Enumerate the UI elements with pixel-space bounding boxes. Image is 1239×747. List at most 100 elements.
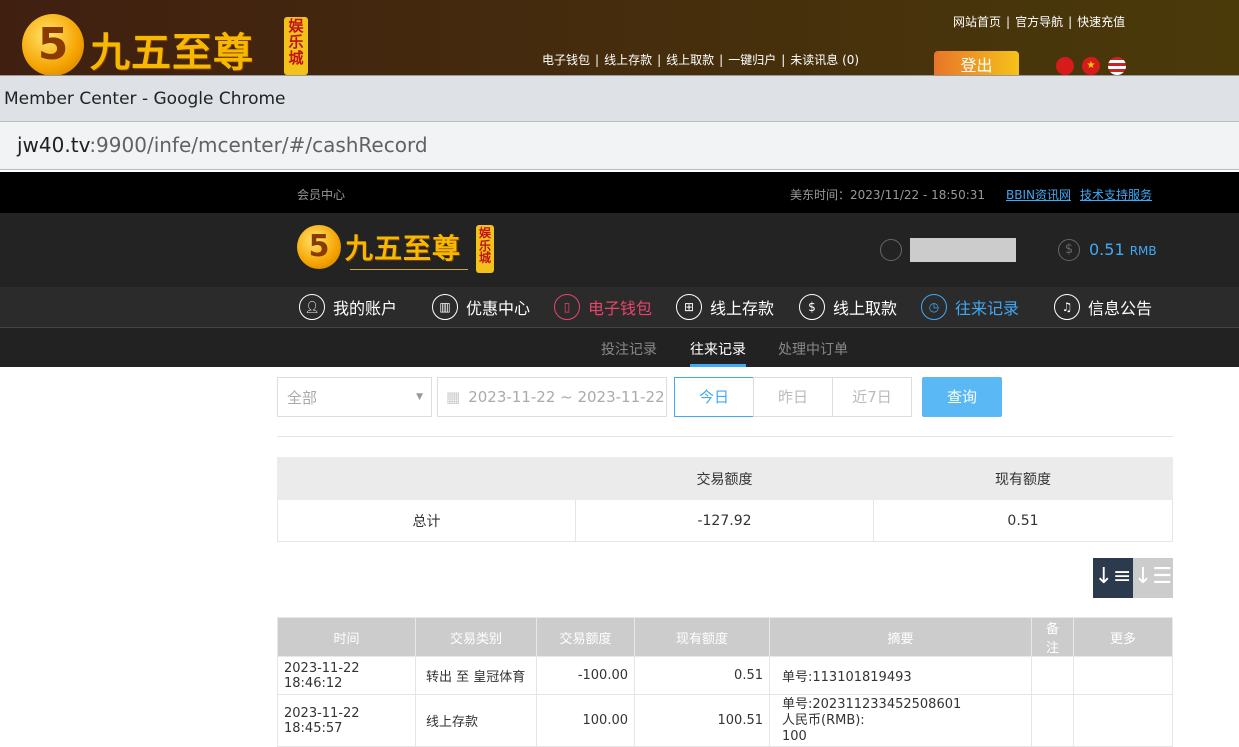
cell-summary: 单号:113101819493 [769, 656, 1032, 695]
type-select[interactable]: 全部 ▼ [277, 377, 432, 417]
cell-summary: 单号:202311233452508601 人民币(RMB): 100 [769, 694, 1032, 747]
nav-label: 我的账户 [333, 299, 398, 318]
col-more: 更多 [1073, 617, 1173, 657]
calendar-icon: ▦ [446, 388, 461, 406]
sort-desc-button[interactable]: ↓≡ [1093, 558, 1133, 598]
summary-line: 单号:202311233452508601 [782, 696, 962, 712]
gift-icon: ▥ [432, 294, 458, 320]
active-tab-indicator [690, 364, 746, 367]
url-path: :9900/infe/mcenter/#/cashRecord [89, 133, 428, 157]
nav-label: 优惠中心 [466, 299, 531, 318]
top-bar: 会员中心 美东时间：2023/11/22 - 18:50:31 BBIN资讯网 … [0, 172, 1239, 213]
support-link[interactable]: 技术支持服务 [1080, 186, 1152, 203]
address-bar[interactable]: jw40.tv:9900/infe/mcenter/#/cashRecord [0, 121, 1239, 170]
dollar-icon: $ [1058, 239, 1080, 261]
nav-announcements[interactable]: ♫ 信息公告 [1054, 293, 1152, 321]
nav-promotions[interactable]: ▥ 优惠中心 [432, 293, 530, 321]
type-select-value: 全部 [287, 388, 318, 407]
cell-type: 线上存款 [415, 694, 537, 747]
home-link[interactable]: 网站首页 [953, 15, 1001, 29]
nav-deposit[interactable]: ⊞ 线上存款 [676, 293, 774, 321]
summary-header: 交易额度 [575, 457, 874, 500]
nav-records[interactable]: ◷ 往来记录 [921, 293, 1019, 321]
summary-line: 100 [782, 728, 807, 744]
usa-flag-icon[interactable] [1108, 57, 1126, 75]
balance-value: 0.51 [1089, 240, 1125, 259]
wallet-link[interactable]: 电子钱包 [542, 53, 590, 67]
withdraw-link[interactable]: 线上取款 [666, 53, 714, 67]
nav-label: 线上取款 [833, 299, 898, 318]
china-flag-icon[interactable]: ★ [1082, 57, 1100, 75]
main-nav: 👤︎ 我的账户 ▥ 优惠中心 ▯ 电子钱包 ⊞ 线上存款 $ 线上取款 ◷ 往来记录 ♫ 信息… [0, 287, 1239, 327]
wallet-icon: ▯ [554, 294, 580, 320]
records-table: 时间 交易类别 交易额度 现有额度 摘要 备注 更多 2023-11-22 18… [277, 617, 1173, 747]
cell-more [1073, 694, 1173, 747]
tab-pending-orders[interactable]: 处理中订单 [778, 339, 848, 359]
sort-desc-icon: ↓≡ [1094, 564, 1132, 589]
url-host: jw40.tv [17, 133, 90, 157]
member-header: 5 九五至尊 娱乐城 $ 0.51 RMB [0, 213, 1239, 287]
col-summary: 摘要 [769, 617, 1032, 657]
hong-kong-flag-icon[interactable] [1056, 57, 1074, 75]
cell-time: 2023-11-22 18:46:12 [277, 656, 416, 695]
col-balance: 现有额度 [634, 617, 770, 657]
summary-label: 总计 [277, 499, 576, 542]
cell-balance: 100.51 [634, 694, 770, 747]
cell-amount: -100.00 [536, 656, 635, 695]
tab-bet-records[interactable]: 投注记录 [601, 339, 657, 359]
date-range-input[interactable]: ▦ 2023-11-22 ~ 2023-11-22 [437, 377, 667, 417]
logout-button[interactable]: 登出 [934, 51, 1019, 75]
nav-label: 电子钱包 [588, 299, 653, 318]
record-icon: ◷ [921, 294, 947, 320]
nav-my-account[interactable]: 👤︎ 我的账户 [299, 293, 397, 321]
logo-tag: 娱乐城 [284, 17, 308, 75]
est-time: 美东时间：2023/11/22 - 18:50:31 [790, 188, 986, 202]
withdraw-icon: $ [799, 294, 825, 320]
col-type: 交易类别 [415, 617, 537, 657]
nav-wallet[interactable]: ▯ 电子钱包 [554, 293, 652, 321]
cell-type: 转出 至 皇冠体育 [415, 656, 537, 695]
col-time: 时间 [277, 617, 416, 657]
sort-asc-button[interactable]: ↓☰ [1133, 558, 1173, 598]
sort-asc-icon: ↓☰ [1133, 564, 1173, 589]
logo-divider [350, 269, 468, 270]
nav-withdraw[interactable]: $ 线上取款 [799, 293, 897, 321]
bbin-link[interactable]: BBIN资讯网 [1006, 186, 1071, 203]
recharge-link[interactable]: 快速充值 [1077, 15, 1125, 29]
table-row: 2023-11-22 18:45:57 线上存款 100.00 100.51 单… [277, 694, 1173, 747]
last-7-days-button[interactable]: 近7日 [832, 377, 912, 417]
logo-icon: 5 [297, 225, 341, 269]
deposit-link[interactable]: 线上存款 [604, 53, 652, 67]
deposit-icon: ⊞ [676, 294, 702, 320]
cell-note [1031, 656, 1074, 695]
yesterday-button[interactable]: 昨日 [753, 377, 833, 417]
sub-nav: 投注记录 往来记录 处理中订单 [0, 327, 1239, 367]
nav-label: 信息公告 [1088, 299, 1153, 318]
cell-balance: 0.51 [634, 656, 770, 695]
chevron-down-icon: ▼ [416, 392, 423, 402]
summary-transaction-total: -127.92 [575, 499, 874, 542]
member-center-label: 会员中心 [297, 188, 346, 202]
logo-tag: 娱乐城 [476, 225, 494, 273]
col-amount: 交易额度 [536, 617, 635, 657]
nav-link[interactable]: 官方导航 [1015, 15, 1063, 29]
currency: RMB [1129, 244, 1157, 258]
logo-text: 九五至尊 [90, 30, 254, 76]
cell-note [1031, 694, 1074, 747]
nav-label: 往来记录 [955, 299, 1020, 318]
one-click-link[interactable]: 一键归户 [728, 53, 776, 67]
username-redacted [910, 238, 1016, 262]
summary-line: 人民币(RMB): [782, 712, 865, 728]
summary-header [277, 457, 576, 500]
tab-cash-records[interactable]: 往来记录 [690, 339, 746, 359]
site-header: 5 九五至尊 娱乐城 网站首页 | 官方导航 | 快速充值 电子钱包 | 线上存款 | 线上取款… [0, 0, 1239, 76]
divider [277, 436, 1173, 437]
query-button[interactable]: 查询 [922, 377, 1002, 417]
user-icon: 👤︎ [299, 294, 325, 320]
today-button[interactable]: 今日 [674, 377, 754, 417]
summary-table: 交易额度 现有额度 总计 -127.92 0.51 [277, 457, 1173, 542]
messages-link[interactable]: 未读讯息 (0) [790, 53, 859, 67]
summary-header: 现有额度 [873, 457, 1173, 500]
cell-amount: 100.00 [536, 694, 635, 747]
window-title: Member Center - Google Chrome [0, 75, 1239, 121]
